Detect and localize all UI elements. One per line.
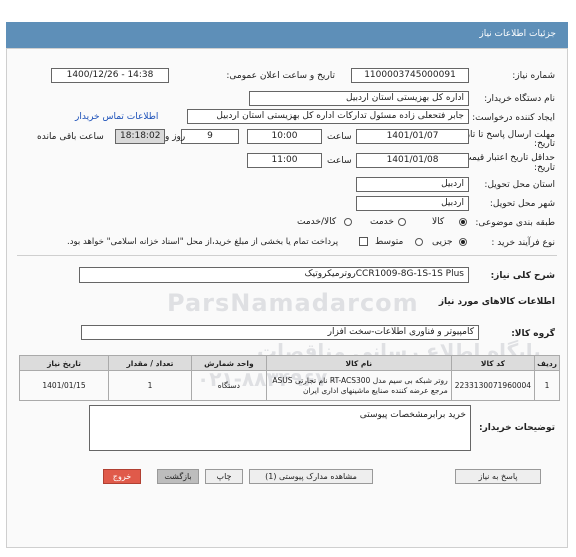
treasury-payment-note: پرداخت تمام یا بخشی از مبلغ خرید،از محل … xyxy=(67,237,339,247)
process-label: نوع فرآیند خرید : xyxy=(491,238,555,248)
cell-row: 1 xyxy=(534,370,560,401)
need-number-label: شماره نیاز: xyxy=(512,71,555,81)
goods-table: ردیف کد کالا نام کالا واحد شمارش تعداد /… xyxy=(19,355,560,401)
city-label: شهر محل تحویل: xyxy=(489,199,555,209)
description-field: روترمیکروتیکCCR1009-8G-1S-1S Plus xyxy=(79,267,469,283)
deadline-date-field: 1401/01/07 xyxy=(356,129,469,144)
process-radio-minor[interactable] xyxy=(459,238,467,246)
cell-unit: دستگاه xyxy=(190,370,267,401)
cell-date: 1401/01/15 xyxy=(19,370,109,401)
category-option-both: کالا/خدمت xyxy=(297,217,337,227)
category-radio-both[interactable] xyxy=(344,218,352,226)
treasury-payment-checkbox[interactable] xyxy=(359,237,368,246)
announce-label: تاریخ و ساعت اعلان عمومی: xyxy=(226,71,335,81)
back-button[interactable]: بازگشت xyxy=(157,469,199,484)
print-button[interactable]: چاپ xyxy=(205,469,243,484)
creator-field: جابر فتحعلی زاده مسئول تدارکات اداره کل … xyxy=(187,109,469,124)
col-code: کد کالا xyxy=(450,355,536,371)
buyer-notes-label: توضیحات خریدار: xyxy=(479,423,555,433)
category-radio-service[interactable] xyxy=(398,218,406,226)
col-unit: واحد شمارش xyxy=(190,355,267,371)
description-value: روترمیکروتیکCCR1009-8G-1S-1S Plus xyxy=(304,269,465,279)
validity-date-field: 1401/01/08 xyxy=(356,153,469,168)
deadline-days-field: 9 xyxy=(181,129,239,144)
province-field: اردبیل xyxy=(356,177,469,192)
deadline-time-field: 10:00 xyxy=(247,129,322,144)
goods-group-label: گروه کالا: xyxy=(511,329,555,339)
need-number-field: 1100003745000091 xyxy=(351,68,469,83)
remaining-time-label: ساعت باقی مانده xyxy=(37,132,104,142)
buyer-notes-field: خرید برابرمشخصات پیوستی xyxy=(89,405,471,451)
remaining-time-field: 18:18:02 xyxy=(115,129,165,144)
creator-label: ایجاد کننده درخواست: xyxy=(472,113,555,123)
deadline-days-label: روز و xyxy=(165,132,186,142)
process-option-medium: متوسط xyxy=(375,237,404,247)
process-option-minor: جزیی xyxy=(432,237,453,247)
cell-qty: 1 xyxy=(107,370,192,401)
section-divider xyxy=(17,255,557,256)
deadline-time-label: ساعت xyxy=(327,132,352,142)
col-row: ردیف xyxy=(534,355,560,371)
category-label: طبقه بندی موضوعی: xyxy=(475,218,555,228)
category-radio-goods[interactable] xyxy=(459,218,467,226)
city-field: اردبیل xyxy=(356,196,469,211)
deadline-label-cont: تاریخ: xyxy=(534,139,555,149)
category-option-service: خدمت xyxy=(370,217,394,227)
page-header: جزئیات اطلاعات نیاز xyxy=(6,22,568,49)
col-date: تاریخ نیاز xyxy=(19,355,109,371)
announce-field: 1400/12/26 - 14:38 xyxy=(51,68,169,83)
need-details-panel: ParsNamadarcom پایگاه اطلاع رسانی مناقصا… xyxy=(6,48,568,548)
description-label: شرح کلی نیاز: xyxy=(490,271,555,281)
goods-section-title: اطلاعات کالاهای مورد نیاز xyxy=(438,297,555,307)
province-label: استان محل تحویل: xyxy=(484,180,555,190)
cell-code: 2233130071960004 xyxy=(450,370,536,401)
validity-time-label: ساعت xyxy=(327,156,352,166)
buyer-org-label: نام دستگاه خریدار: xyxy=(484,94,555,104)
goods-group-field: کامپیوتر و فناوری اطلاعات-سخت افزار xyxy=(81,325,479,340)
buyer-contact-link[interactable]: اطلاعات تماس خریدار xyxy=(75,112,158,122)
col-qty: تعداد / مقدار xyxy=(107,355,192,371)
validity-time-field: 11:00 xyxy=(247,153,322,168)
exit-button[interactable]: خروج xyxy=(103,469,141,484)
page-title: جزئیات اطلاعات نیاز xyxy=(479,29,556,39)
col-name: نام کالا xyxy=(265,355,452,371)
table-row: 1 2233130071960004 روتر شبکه بی سیم مدل … xyxy=(19,370,560,401)
goods-table-header: ردیف کد کالا نام کالا واحد شمارش تعداد /… xyxy=(19,355,560,371)
reply-button[interactable]: پاسخ به نیاز xyxy=(455,469,541,484)
buyer-org-field: اداره کل بهزیستی استان اردبیل xyxy=(249,91,469,106)
process-radio-medium[interactable] xyxy=(415,238,423,246)
attachments-button[interactable]: مشاهده مدارک پیوستی (1) xyxy=(249,469,373,484)
cell-name: روتر شبکه بی سیم مدل RT-ACS300 نام تجارت… xyxy=(265,370,452,401)
category-option-goods: کالا xyxy=(432,217,445,227)
watermark-brand: ParsNamadarcom xyxy=(167,289,419,317)
